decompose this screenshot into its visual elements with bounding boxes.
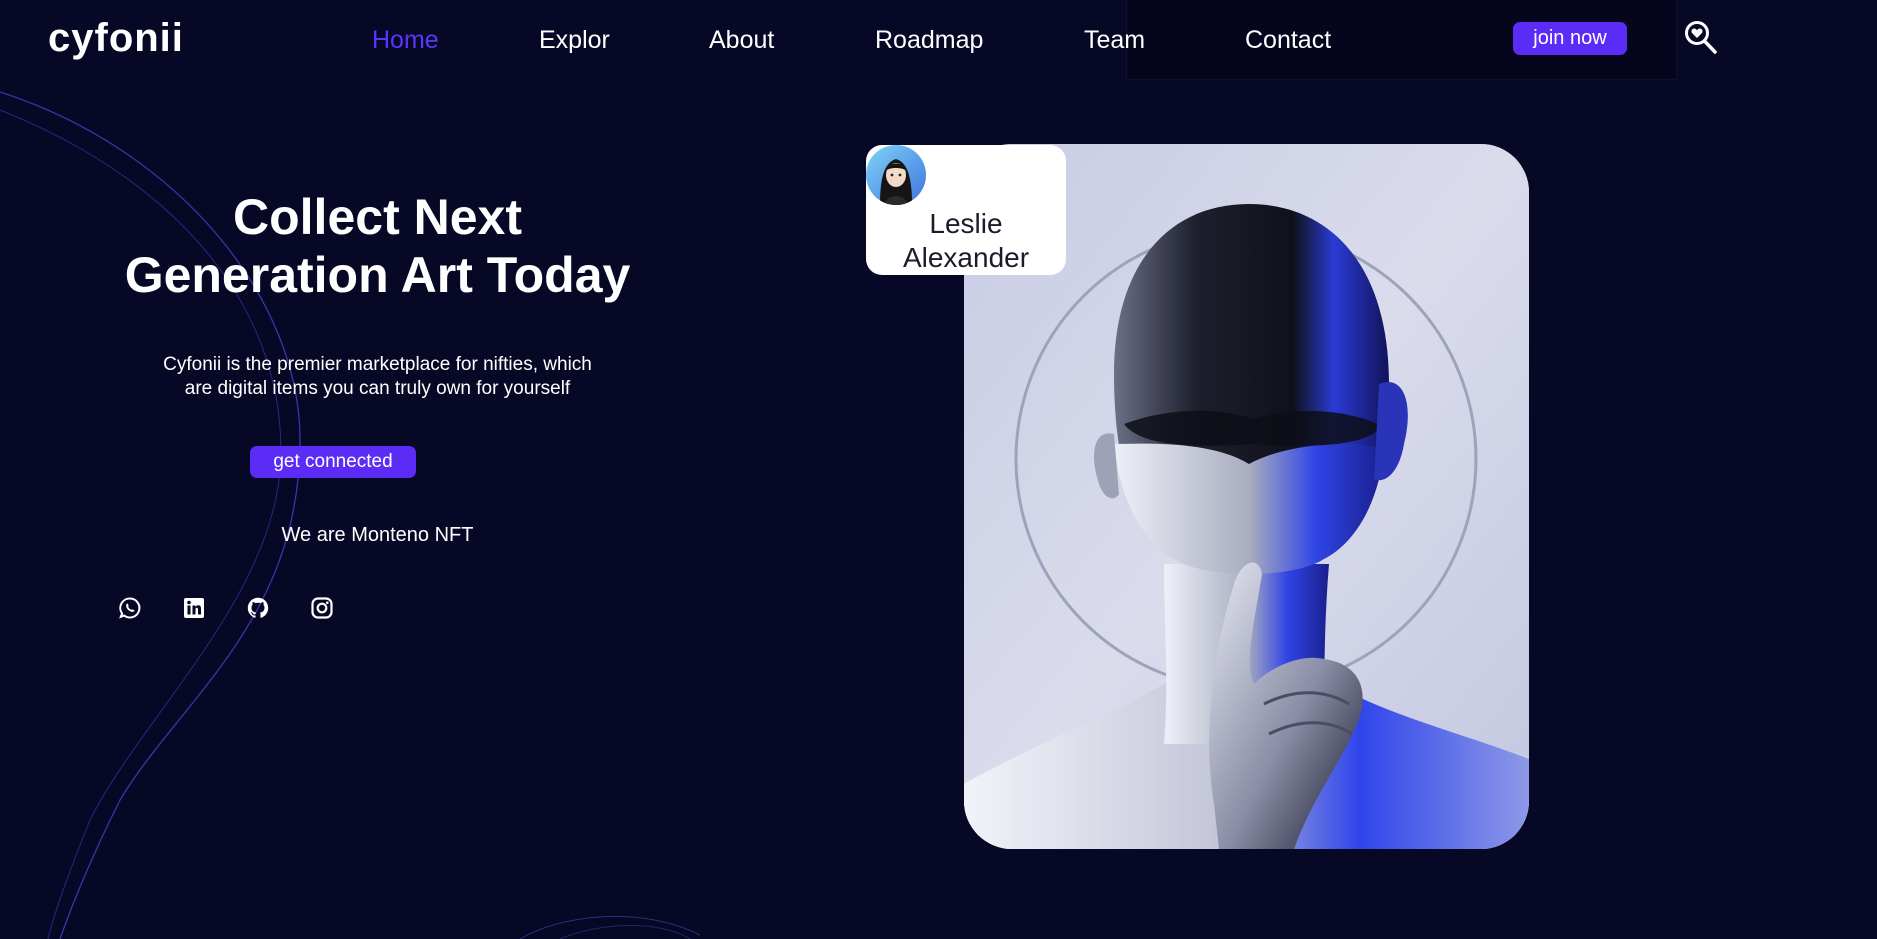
hero-description: Cyfonii is the premier marketplace for n…	[118, 353, 637, 401]
nav-team[interactable]: Team	[1084, 24, 1145, 56]
creator-name: Leslie Alexander	[866, 207, 1066, 275]
hero-title: Collect Next Generation Art Today	[90, 188, 665, 304]
creator-name-line-2: Alexander	[902, 242, 1030, 273]
get-connected-button[interactable]: get connected	[250, 446, 416, 478]
join-now-button[interactable]: join now	[1513, 22, 1627, 55]
hero-title-line-1: Collect Next	[233, 189, 522, 245]
linkedin-icon[interactable]	[182, 596, 206, 620]
github-icon[interactable]	[246, 596, 270, 620]
nav-home[interactable]: Home	[372, 24, 439, 56]
nav-roadmap[interactable]: Roadmap	[875, 24, 983, 56]
header: cyfonii Home Explor About Roadmap Team C…	[0, 0, 1877, 80]
creator-avatar[interactable]	[866, 145, 926, 205]
nav-explor[interactable]: Explor	[539, 24, 610, 56]
hero-description-line-2: are digital items you can truly own for …	[184, 378, 571, 399]
creator-name-line-1: Leslie	[929, 208, 1003, 239]
instagram-icon[interactable]	[310, 596, 334, 620]
nav-about[interactable]: About	[709, 24, 774, 56]
nav-contact[interactable]: Contact	[1245, 24, 1331, 56]
creator-card[interactable]: Leslie Alexander	[866, 145, 1066, 275]
hero-description-line-1: Cyfonii is the premier marketplace for n…	[163, 354, 592, 375]
tagline: We are Monteno NFT	[281, 524, 474, 546]
hero-title-line-2: Generation Art Today	[124, 247, 631, 303]
search-heart-icon[interactable]	[1684, 20, 1718, 56]
logo[interactable]: cyfonii	[48, 14, 184, 62]
whatsapp-icon[interactable]	[118, 596, 142, 620]
landing-page: cyfonii Home Explor About Roadmap Team C…	[0, 0, 1877, 939]
